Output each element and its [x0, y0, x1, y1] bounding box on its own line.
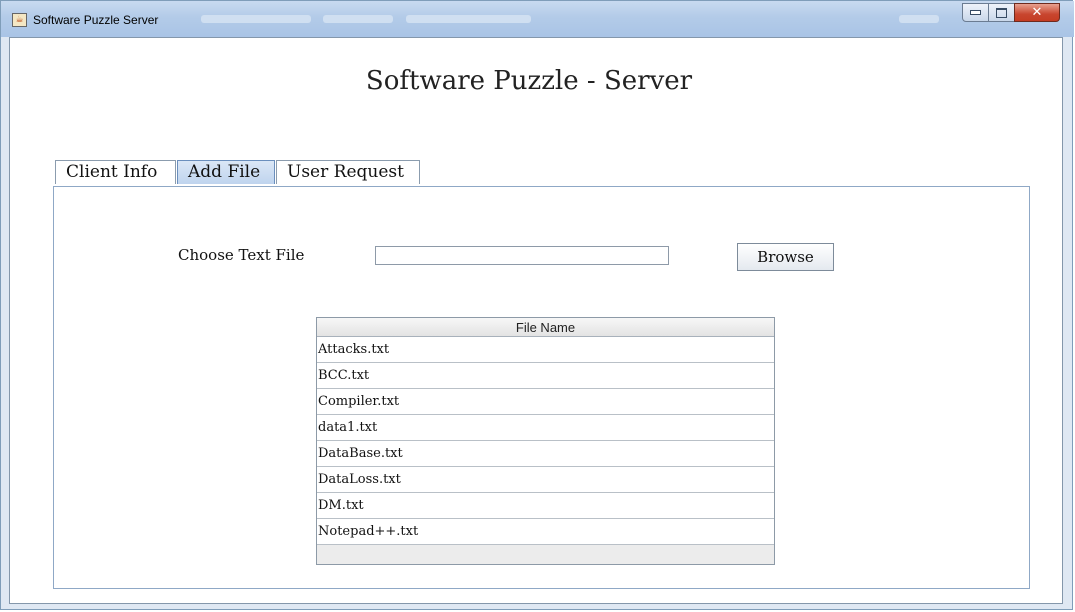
- table-row[interactable]: DataLoss.txt: [317, 467, 774, 493]
- file-table: File Name Attacks.txt BCC.txt Compiler.t…: [316, 317, 775, 565]
- table-row[interactable]: BCC.txt: [317, 363, 774, 389]
- page-title: Software Puzzle - Server: [365, 66, 693, 96]
- maximize-icon: [996, 7, 1007, 18]
- tab-label: User Request: [287, 162, 404, 182]
- tab-client-info[interactable]: Client Info: [55, 160, 176, 184]
- table-row[interactable]: DM.txt: [317, 493, 774, 519]
- tab-label: Client Info: [66, 162, 158, 182]
- title-bar[interactable]: ☕ Software Puzzle Server ✕: [1, 1, 1074, 37]
- close-button[interactable]: ✕: [1014, 3, 1060, 22]
- column-header-file-name[interactable]: File Name: [317, 318, 774, 337]
- title-blur: [899, 15, 939, 23]
- choose-file-label: Choose Text File: [178, 246, 305, 264]
- title-blur: [323, 15, 393, 23]
- browse-button[interactable]: Browse: [737, 243, 834, 271]
- java-app-icon: ☕: [12, 13, 27, 27]
- window-controls: ✕: [962, 3, 1060, 23]
- minimize-icon: [970, 10, 981, 15]
- title-blur: [201, 15, 311, 23]
- close-icon: ✕: [1031, 5, 1043, 20]
- maximize-button[interactable]: [988, 3, 1015, 22]
- table-row[interactable]: Notepad++.txt: [317, 519, 774, 545]
- window-title: Software Puzzle Server: [33, 13, 159, 27]
- tab-add-file[interactable]: Add File: [177, 160, 275, 184]
- app-window: ☕ Software Puzzle Server ✕ Software Puzz…: [0, 0, 1074, 610]
- table-row[interactable]: Attacks.txt: [317, 337, 774, 363]
- add-file-panel: Choose Text File Browse File Name Attack…: [53, 186, 1030, 589]
- file-path-input[interactable]: [375, 246, 669, 265]
- title-blur: [406, 15, 531, 23]
- tab-user-request[interactable]: User Request: [276, 160, 420, 184]
- table-row[interactable]: DataBase.txt: [317, 441, 774, 467]
- tab-label: Add File: [188, 162, 261, 182]
- table-row[interactable]: Compiler.txt: [317, 389, 774, 415]
- content-panel: Software Puzzle - Server Client Info Add…: [9, 37, 1063, 604]
- table-row[interactable]: data1.txt: [317, 415, 774, 441]
- table-body: Attacks.txt BCC.txt Compiler.txt data1.t…: [317, 337, 774, 545]
- minimize-button[interactable]: [962, 3, 989, 22]
